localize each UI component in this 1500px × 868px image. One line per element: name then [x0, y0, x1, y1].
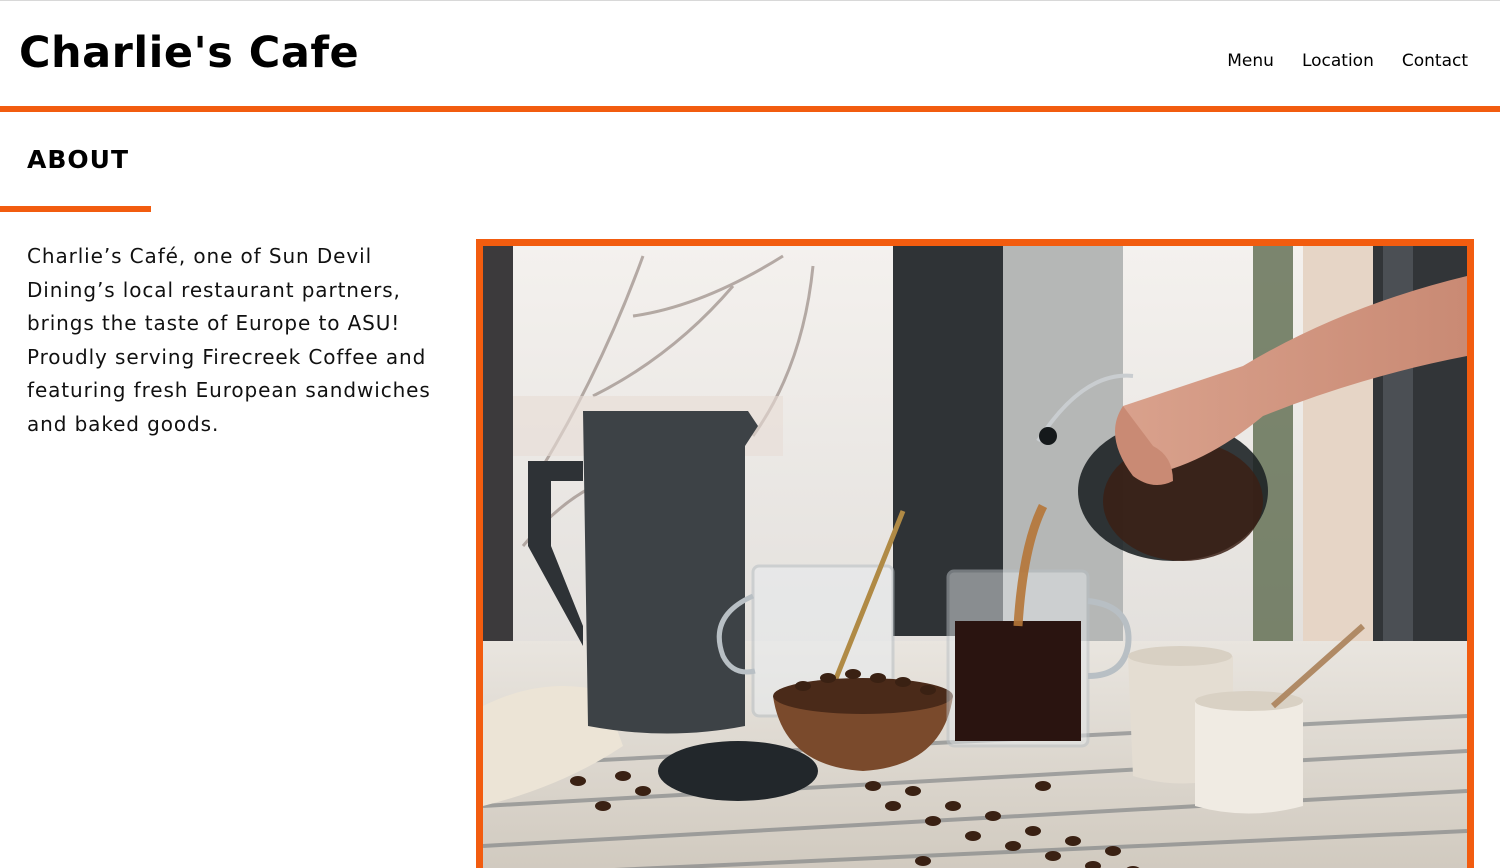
main-nav: Menu Location Contact	[1227, 50, 1468, 72]
site-logo-text[interactable]: Charlie's Cafe	[19, 27, 359, 79]
nav-link-menu[interactable]: Menu	[1227, 50, 1274, 72]
about-heading: ABOUT	[27, 145, 130, 174]
about-description: Charlie’s Café, one of Sun Devil Dining’…	[27, 244, 431, 436]
heading-underline	[0, 206, 151, 212]
nav-link-location[interactable]: Location	[1302, 50, 1374, 72]
coffee-pour-photo	[483, 246, 1467, 868]
nav-link-contact[interactable]: Contact	[1402, 50, 1468, 72]
header-divider	[0, 106, 1500, 112]
site-header: Charlie's Cafe Menu Location Contact	[0, 1, 1500, 106]
photo-frame	[476, 239, 1474, 868]
